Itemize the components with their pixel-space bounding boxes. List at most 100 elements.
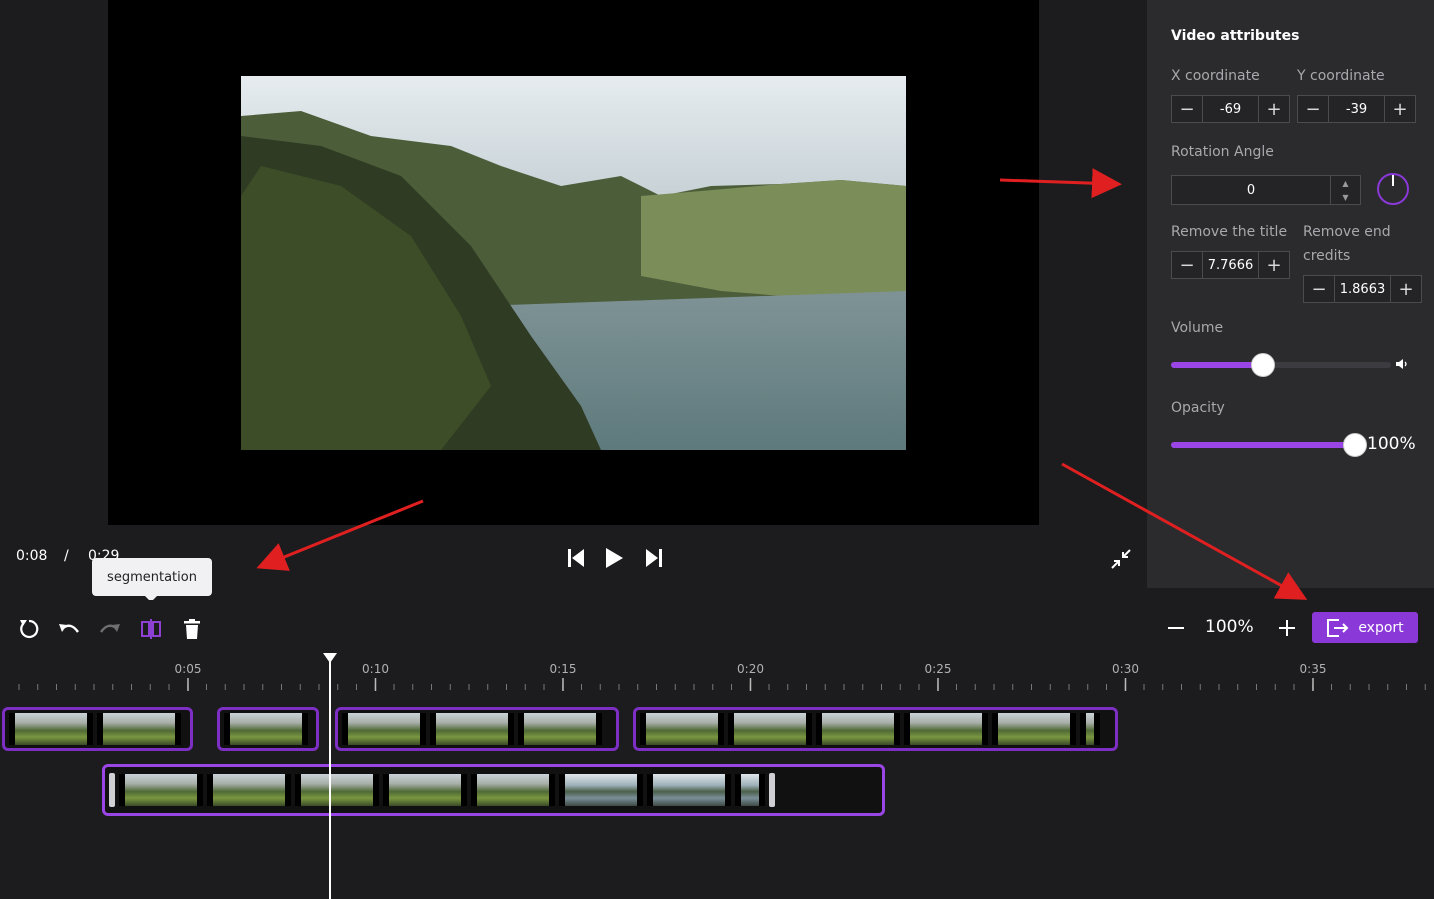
clip-track1-4[interactable] <box>633 707 1118 751</box>
play-icon <box>606 548 623 568</box>
video-landscape-image <box>241 76 906 450</box>
rotate-ccw-icon <box>20 619 39 639</box>
x-coordinate-value[interactable]: -69 <box>1202 96 1259 122</box>
split-icon <box>141 619 161 639</box>
y-decrement-button[interactable]: − <box>1298 96 1328 122</box>
clip-thumbnail <box>97 713 181 745</box>
clip-thumbnail <box>559 774 643 806</box>
segmentation-tooltip: segmentation <box>92 558 212 602</box>
rotation-down-icon[interactable]: ▼ <box>1331 190 1360 204</box>
x-increment-button[interactable]: + <box>1259 96 1289 122</box>
clip-track2-selected[interactable] <box>102 764 885 816</box>
rotation-angle-label: Rotation Angle <box>1171 144 1274 160</box>
clip-thumbnail <box>9 713 93 745</box>
y-coordinate-value[interactable]: -39 <box>1328 96 1385 122</box>
clip-track1-2[interactable] <box>217 707 319 751</box>
export-label: export <box>1358 619 1404 636</box>
remove-credits-decrement-button[interactable]: − <box>1304 276 1334 302</box>
speaker-icon[interactable] <box>1395 357 1409 371</box>
opacity-value: 100% <box>1367 434 1416 454</box>
video-attributes-panel: Video attributes X coordinate Y coordina… <box>1147 0 1434 588</box>
skip-back-icon <box>568 549 584 567</box>
remove-credits-label-line1: Remove end <box>1303 224 1391 240</box>
rotation-spinner: ▲ ▼ <box>1330 176 1360 204</box>
ruler-tick-label: 0:35 <box>1299 662 1327 676</box>
clip-trim-handle-left[interactable] <box>109 773 115 807</box>
skip-back-button[interactable] <box>563 544 589 572</box>
ruler-tick-label: 0:30 <box>1112 662 1139 676</box>
remove-credits-label-line2: credits <box>1303 248 1351 264</box>
skip-forward-icon <box>646 549 662 567</box>
zoom-in-button[interactable] <box>1274 615 1300 641</box>
timeline-ruler[interactable] <box>0 656 1434 696</box>
delete-button[interactable] <box>179 616 205 642</box>
clip-thumbnail <box>904 713 988 745</box>
clip-thumbnail <box>640 713 724 745</box>
ruler-tick-label: 0:20 <box>737 662 764 676</box>
reset-button[interactable] <box>16 616 42 642</box>
y-coordinate-label: Y coordinate <box>1297 68 1385 84</box>
playhead-marker[interactable] <box>323 653 337 663</box>
remove-title-decrement-button[interactable]: − <box>1172 252 1202 278</box>
ruler-tick-label: 0:15 <box>549 662 577 676</box>
minus-icon <box>1168 627 1184 629</box>
rotation-up-icon[interactable]: ▲ <box>1331 176 1360 190</box>
video-frame[interactable] <box>241 76 906 450</box>
clip-trim-handle-right[interactable] <box>769 773 775 807</box>
clip-thumbnail <box>728 713 812 745</box>
minimize-icon <box>1111 549 1131 569</box>
undo-button[interactable] <box>56 616 82 642</box>
clip-thumbnail <box>430 713 514 745</box>
remove-title-stepper: − 7.7666 + <box>1171 251 1290 279</box>
zoom-out-button[interactable] <box>1163 615 1189 641</box>
split-button[interactable] <box>138 616 164 642</box>
skip-forward-button[interactable] <box>641 544 667 572</box>
clip-thumbnail <box>295 774 379 806</box>
x-coordinate-label: X coordinate <box>1171 68 1260 84</box>
exit-fullscreen-button[interactable] <box>1108 546 1134 572</box>
zoom-level: 100% <box>1205 617 1254 637</box>
remove-credits-value[interactable]: 1.8663 <box>1334 276 1391 302</box>
trash-icon <box>184 619 200 639</box>
redo-button[interactable] <box>97 616 123 642</box>
clip-track1-3[interactable] <box>335 707 619 751</box>
remove-title-label: Remove the title <box>1171 224 1288 240</box>
export-icon <box>1327 618 1349 637</box>
volume-label: Volume <box>1171 320 1224 336</box>
opacity-slider-knob[interactable] <box>1343 433 1367 457</box>
clip-track1-1[interactable] <box>2 707 193 751</box>
preview-area: 0:08 / 0:29 segmentation <box>0 0 1147 602</box>
ruler-tick-label: 0:05 <box>174 662 202 676</box>
remove-title-value[interactable]: 7.7666 <box>1202 252 1259 278</box>
time-separator: / <box>64 548 69 564</box>
x-coordinate-stepper: − -69 + <box>1171 95 1290 123</box>
volume-slider[interactable] <box>1171 353 1391 377</box>
export-button[interactable]: export <box>1312 612 1418 643</box>
rotation-angle-input[interactable]: 0 ▲ ▼ <box>1171 175 1361 205</box>
opacity-slider[interactable] <box>1171 433 1367 457</box>
remove-title-increment-button[interactable]: + <box>1259 252 1289 278</box>
remove-credits-increment-button[interactable]: + <box>1391 276 1421 302</box>
x-decrement-button[interactable]: − <box>1172 96 1202 122</box>
clip-thumbnail <box>647 774 731 806</box>
clip-thumbnail <box>224 713 308 745</box>
playhead[interactable] <box>329 655 331 899</box>
play-button[interactable] <box>600 544 628 572</box>
volume-slider-knob[interactable] <box>1251 353 1275 377</box>
rotation-angle-value[interactable]: 0 <box>1172 176 1330 204</box>
ruler-tick-label: 0:25 <box>924 662 952 676</box>
clip-thumbnail <box>816 713 900 745</box>
y-coordinate-stepper: − -39 + <box>1297 95 1416 123</box>
clip-thumbnail <box>1080 713 1100 745</box>
clip-thumbnail <box>119 774 203 806</box>
clip-thumbnail <box>383 774 467 806</box>
ruler-tick-label: 0:10 <box>362 662 389 676</box>
clip-thumbnail <box>735 774 765 806</box>
y-increment-button[interactable]: + <box>1385 96 1415 122</box>
remove-credits-stepper: − 1.8663 + <box>1303 275 1422 303</box>
plus-icon <box>1279 620 1295 636</box>
undo-icon <box>59 624 79 633</box>
rotation-dial[interactable] <box>1377 173 1409 205</box>
opacity-label: Opacity <box>1171 400 1225 416</box>
clip-thumbnail <box>471 774 555 806</box>
